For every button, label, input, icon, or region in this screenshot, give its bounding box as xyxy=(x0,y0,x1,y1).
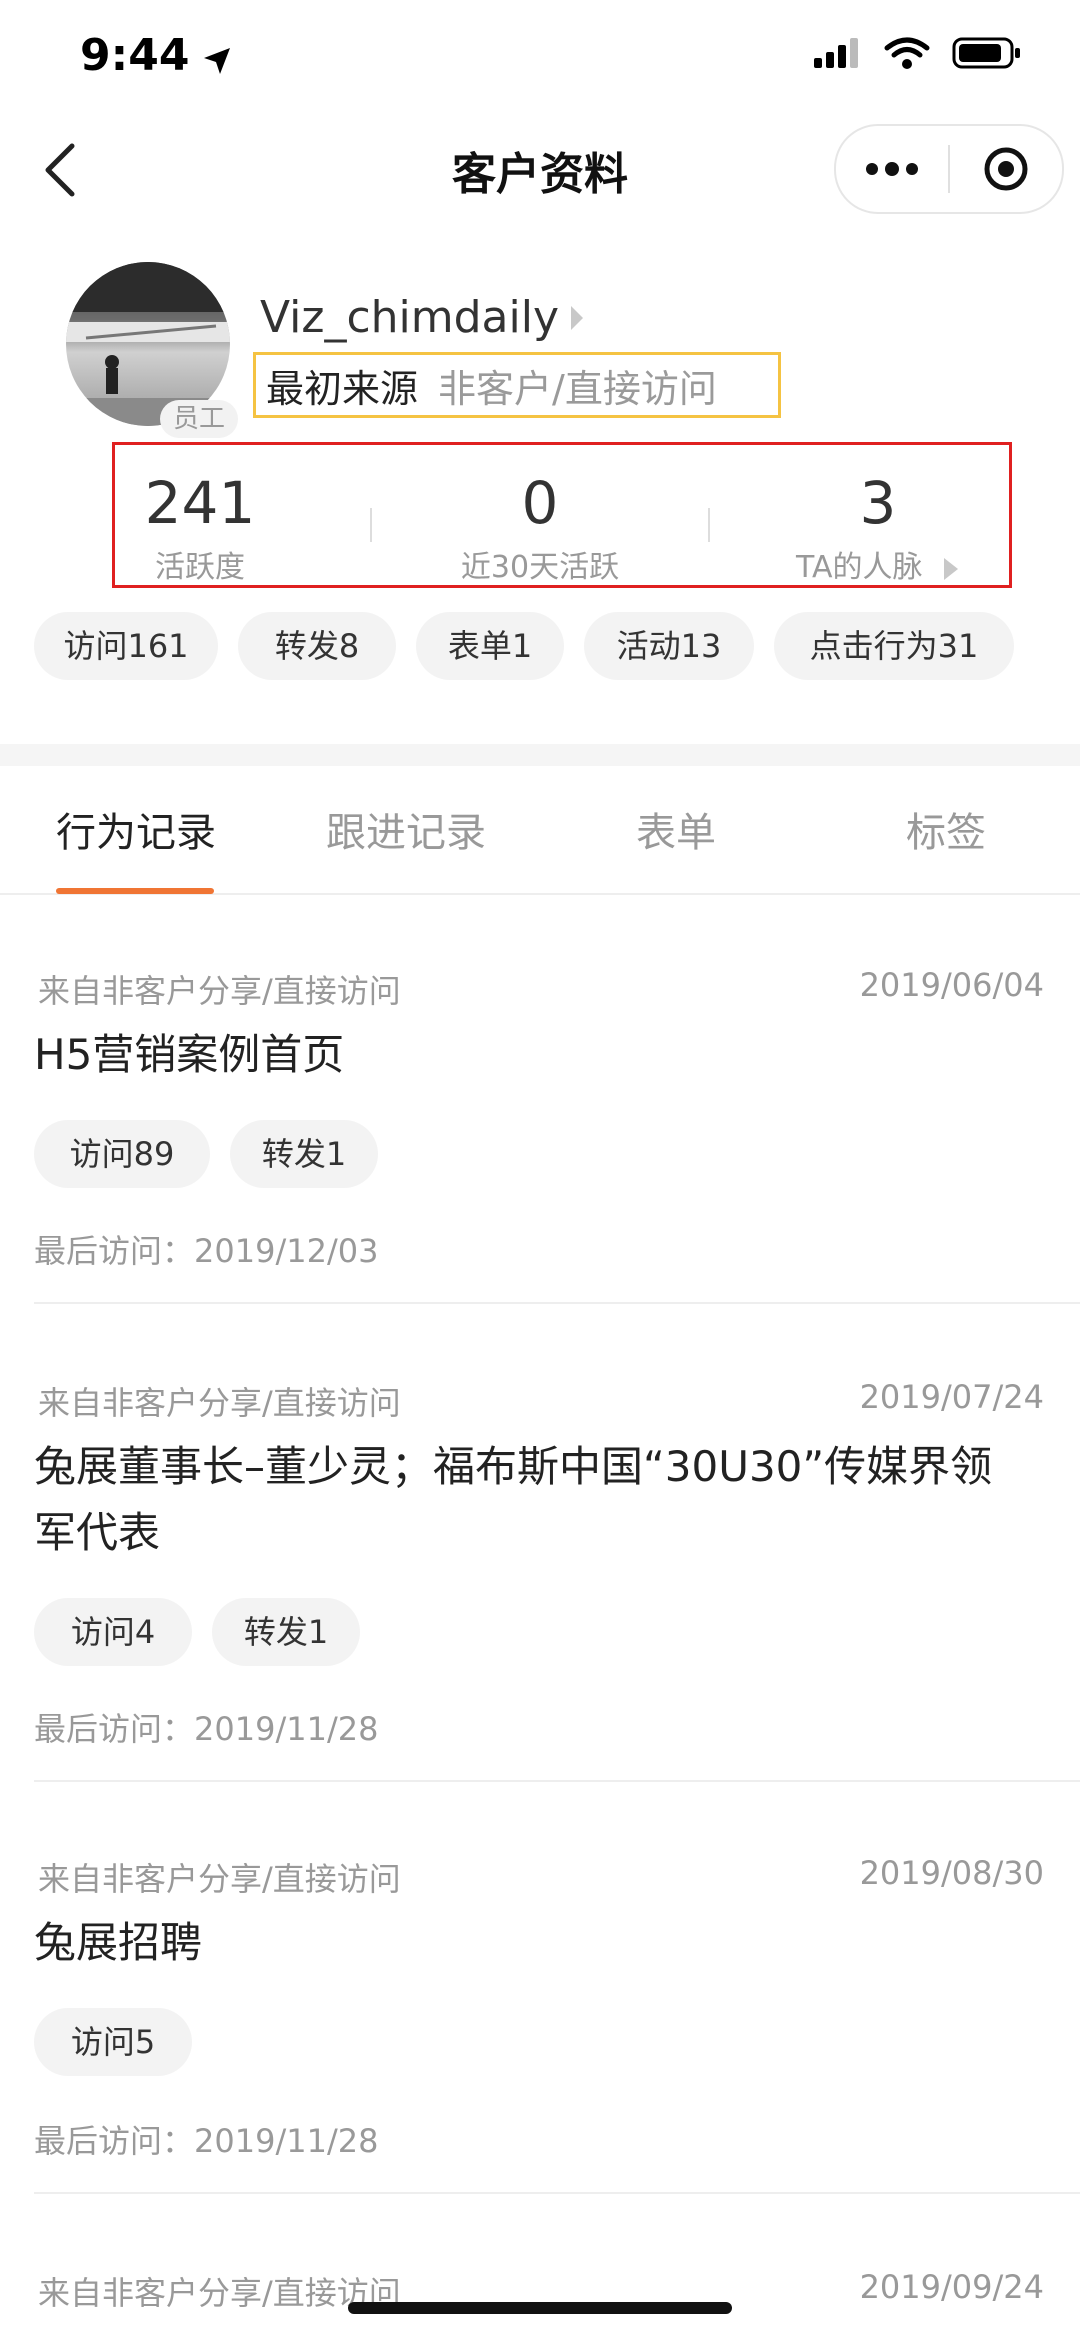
record-chip-visits[interactable]: 访问89 xyxy=(34,1120,210,1188)
staff-badge: 员工 xyxy=(160,400,238,438)
record-source: 来自非客户分享/直接访问 xyxy=(38,1384,401,1422)
stat-divider xyxy=(370,508,372,542)
record-title: 兔展董事长–董少灵；福布斯中国“30U30”传媒界领军代表 xyxy=(34,1442,993,1557)
more-dots-icon xyxy=(866,162,918,176)
record-last-visit: 最后访问：2019/12/03 xyxy=(34,1232,379,1270)
record-source: 来自非客户分享/直接访问 xyxy=(38,1860,401,1898)
chip-click-behavior[interactable]: 点击行为31 xyxy=(774,612,1014,680)
record-source: 来自非客户分享/直接访问 xyxy=(38,972,401,1010)
target-circle-icon xyxy=(984,147,1028,191)
section-separator xyxy=(0,744,1080,766)
battery-icon xyxy=(952,37,1020,69)
wifi-icon xyxy=(884,37,930,69)
status-time: 9:44 xyxy=(80,30,190,81)
record-last-visit: 最后访问：2019/11/28 xyxy=(34,1710,379,1748)
chip-activities[interactable]: 活动13 xyxy=(584,612,754,680)
username-link[interactable]: Viz_chimdaily xyxy=(260,292,585,343)
home-indicator xyxy=(348,2302,732,2314)
caret-right-icon xyxy=(571,305,583,330)
record-divider xyxy=(34,2192,1080,2194)
record-date: 2019/09/24 xyxy=(859,2268,1044,2306)
stat-divider xyxy=(708,508,710,542)
chip-visits[interactable]: 访问161 xyxy=(34,612,218,680)
record-chip-forwards[interactable]: 转发1 xyxy=(212,1598,360,1666)
record-title: H5营销案例首页 xyxy=(34,1030,345,1079)
stat-value: 3 xyxy=(859,469,897,537)
origin-source: 最初来源 非客户/直接访问 xyxy=(253,352,781,418)
stat-activity[interactable]: 241 活跃度 xyxy=(60,470,340,586)
record-date: 2019/06/04 xyxy=(859,966,1044,1004)
tab-tags[interactable]: 标签 xyxy=(906,800,986,858)
record-chip-visits[interactable]: 访问5 xyxy=(34,2008,192,2076)
origin-label: 最初来源 xyxy=(266,366,419,411)
signal-icon xyxy=(814,38,858,68)
username: Viz_chimdaily xyxy=(260,292,559,343)
origin-value: 非客户/直接访问 xyxy=(438,366,717,411)
tab-forms[interactable]: 表单 xyxy=(636,800,716,858)
record-date: 2019/08/30 xyxy=(859,1854,1044,1892)
record-date: 2019/07/24 xyxy=(859,1378,1044,1416)
tab-behavior-records[interactable]: 行为记录 xyxy=(56,800,216,858)
record-last-visit: 最后访问：2019/11/28 xyxy=(34,2122,379,2160)
record-divider xyxy=(34,1302,1080,1304)
active-tab-indicator xyxy=(56,888,214,894)
stat-label: TA的人脉 xyxy=(738,542,1018,586)
stat-label: 近30天活跃 xyxy=(460,550,620,585)
chip-forms[interactable]: 表单1 xyxy=(416,612,564,680)
stat-value: 241 xyxy=(144,469,256,537)
stat-connections[interactable]: 3 TA的人脉 xyxy=(738,470,1018,586)
more-button[interactable] xyxy=(836,126,948,212)
close-miniprogram-button[interactable] xyxy=(950,126,1062,212)
record-chip-visits[interactable]: 访问4 xyxy=(34,1598,192,1666)
chip-forwards[interactable]: 转发8 xyxy=(238,612,396,680)
status-icons xyxy=(812,36,1022,70)
caret-right-icon xyxy=(944,557,959,580)
record-chip-forwards[interactable]: 转发1 xyxy=(230,1120,378,1188)
stat-label: 活跃度 xyxy=(155,550,245,585)
tab-follow-up-records[interactable]: 跟进记录 xyxy=(326,800,486,858)
stat-recent-activity[interactable]: 0 近30天活跃 xyxy=(400,470,680,586)
location-arrow-icon xyxy=(204,48,230,74)
record-source: 来自非客户分享/直接访问 xyxy=(38,2274,401,2312)
record-title: 兔展招聘 xyxy=(34,1918,203,1967)
record-divider xyxy=(34,1780,1080,1782)
stat-value: 0 xyxy=(521,469,559,537)
miniprogram-capsule xyxy=(834,124,1064,214)
